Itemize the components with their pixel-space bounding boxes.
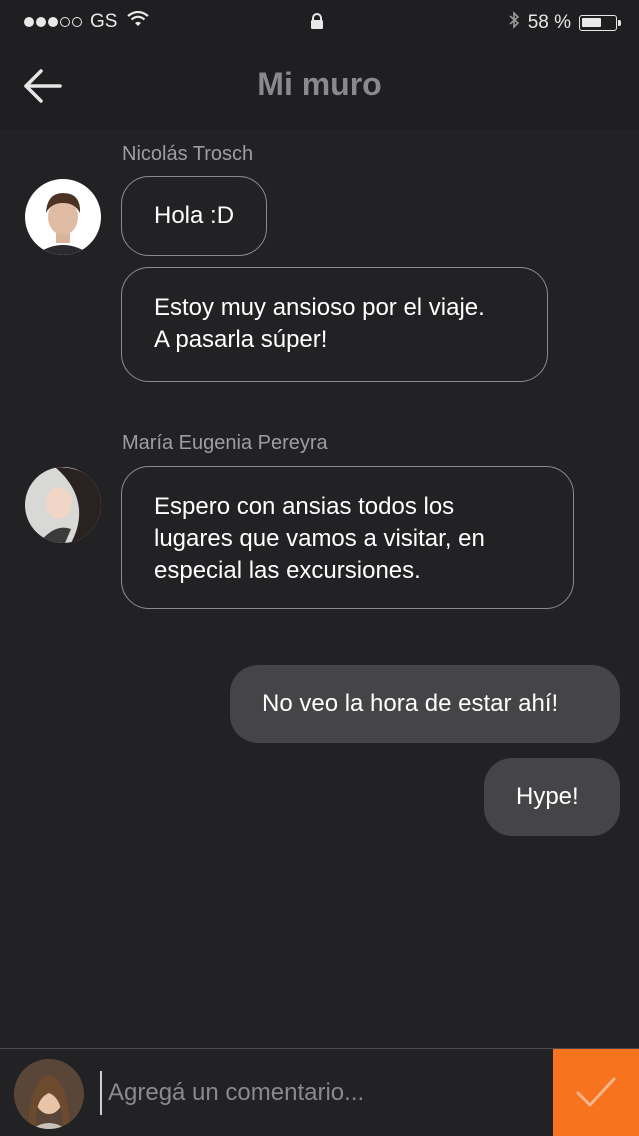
message-text: Hype!: [516, 783, 579, 810]
status-left: GS: [24, 10, 150, 33]
message-text: No veo la hora de estar ahí!: [262, 690, 559, 717]
sender-name: María Eugenia Pereyra: [122, 432, 328, 454]
battery-icon: [579, 15, 621, 31]
comment-input[interactable]: [100, 1071, 540, 1115]
battery-percentage: 58 %: [527, 12, 571, 33]
message-bubble: Espero con ansias todos los lugares que …: [121, 466, 574, 609]
status-right: 58 %: [508, 11, 621, 35]
avatar[interactable]: [25, 179, 101, 255]
checkmark-icon: [576, 1077, 616, 1107]
message-bubble: Estoy muy ansioso por el viaje. A pasarl…: [121, 267, 548, 382]
status-bar: GS 58 %: [0, 0, 639, 44]
signal-dot: [72, 17, 82, 27]
signal-dot: [36, 17, 46, 27]
wifi-icon: [127, 10, 150, 33]
navigation-bar: Mi muro: [0, 44, 639, 130]
lock-icon: [310, 13, 324, 36]
outgoing-message-bubble: No veo la hora de estar ahí!: [230, 665, 620, 743]
comment-composer: [0, 1048, 639, 1136]
signal-dot: [60, 17, 70, 27]
send-button[interactable]: [553, 1049, 639, 1136]
page-title: Mi muro: [257, 66, 382, 102]
sender-name: Nicolás Trosch: [122, 143, 254, 165]
carrier-name: GS: [90, 11, 118, 32]
bluetooth-icon: [508, 11, 520, 35]
outgoing-message-bubble: Hype!: [484, 758, 620, 836]
signal-strength-indicator: [24, 17, 82, 27]
signal-dot: [48, 17, 58, 27]
avatar: [14, 1059, 84, 1129]
message-bubble: Hola :D: [121, 176, 268, 256]
avatar[interactable]: [25, 467, 101, 543]
message-text: Hola :D: [154, 202, 235, 229]
signal-dot: [24, 17, 34, 27]
battery-level: [582, 18, 601, 27]
